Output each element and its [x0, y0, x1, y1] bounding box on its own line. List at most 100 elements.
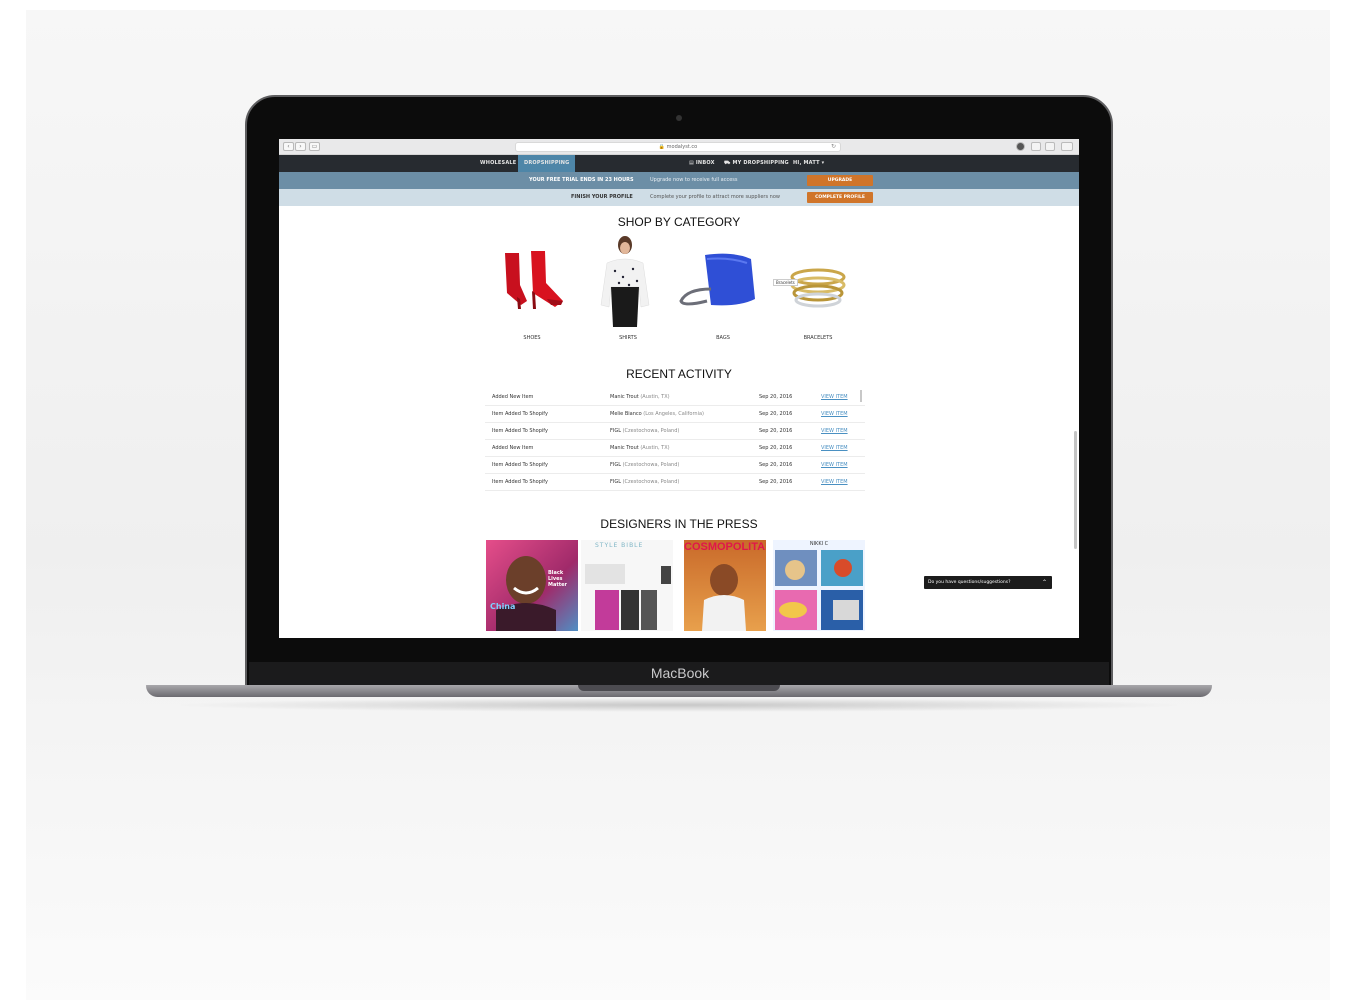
- view-item-link[interactable]: VIEW ITEM: [821, 457, 848, 473]
- category-bags[interactable]: [677, 249, 755, 329]
- nav-wholesale[interactable]: WHOLESALE: [480, 155, 516, 172]
- activity-supplier: Manic Trout (Austin, TX): [610, 440, 670, 456]
- table-row: Item Added To Shopify FIGL (Czestochowa,…: [485, 423, 865, 440]
- profile-text: FINISH YOUR PROFILE: [571, 194, 633, 200]
- view-item-link[interactable]: VIEW ITEM: [821, 423, 848, 439]
- supplier-name: FIGL: [610, 428, 622, 434]
- press-item[interactable]: STYLE BIBLE: [581, 540, 673, 631]
- activity-action: Item Added To Shopify: [492, 462, 548, 468]
- table-row: Item Added To Shopify FIGL (Czestochowa,…: [485, 457, 865, 474]
- activity-scrollbar[interactable]: [860, 390, 862, 402]
- supplier-name: Melie Bianco: [610, 411, 642, 417]
- inbox-icon: ▤: [689, 160, 696, 166]
- press-item[interactable]: COSMOPOLITAN: [684, 540, 766, 631]
- press-masthead: COSMOPOLITAN: [684, 541, 766, 553]
- cover-line: Matter: [548, 582, 567, 588]
- share-icon[interactable]: [1031, 142, 1041, 151]
- table-row: Added New Item Manic Trout (Austin, TX) …: [485, 389, 865, 406]
- category-shoes[interactable]: [497, 239, 567, 329]
- reload-icon[interactable]: ↻: [831, 143, 836, 151]
- laptop-shadow: [170, 698, 1188, 712]
- cover-lines: Black Lives Matter: [548, 570, 567, 588]
- supplier-location: (Austin, TX): [640, 394, 670, 400]
- chevron-down-icon: ▾: [819, 160, 825, 166]
- trial-banner: YOUR FREE TRIAL ENDS IN 23 HOURS Upgrade…: [279, 172, 1079, 189]
- supplier-location: (Czestochowa, Poland): [622, 462, 680, 468]
- trial-subtext: Upgrade now to receive full access: [650, 177, 738, 183]
- activity-date: Sep 20, 2016: [759, 479, 793, 485]
- activity-action: Item Added To Shopify: [492, 411, 548, 417]
- supplier-location: (Austin, TX): [640, 445, 670, 451]
- activity-supplier: Manic Trout (Austin, TX): [610, 389, 670, 405]
- activity-date: Sep 20, 2016: [759, 394, 793, 400]
- activity-date: Sep 20, 2016: [759, 428, 793, 434]
- table-row: Item Added To Shopify Melie Bianco (Los …: [485, 406, 865, 423]
- view-item-link[interactable]: VIEW ITEM: [821, 474, 848, 490]
- activity-date: Sep 20, 2016: [759, 462, 793, 468]
- bracelets-image: [790, 268, 846, 308]
- user-name: HI, MATT: [793, 160, 820, 166]
- nav-inbox[interactable]: ▤ INBOX: [689, 155, 715, 172]
- laptop-hinge-notch: [578, 685, 780, 691]
- supplier-name: FIGL: [610, 479, 622, 485]
- press-masthead: NIKKI C: [809, 541, 829, 547]
- activity-date: Sep 20, 2016: [759, 445, 793, 451]
- supplier-location: (Czestochowa, Poland): [622, 479, 680, 485]
- nav-dropshipping[interactable]: DROPSHIPPING: [518, 155, 576, 172]
- activity-action: Added New Item: [492, 445, 534, 451]
- supplier-location: (Czestochowa, Poland): [622, 428, 680, 434]
- shoes-image: [505, 251, 563, 309]
- view-item-link[interactable]: VIEW ITEM: [821, 440, 848, 456]
- supplier-name: Manic Trout: [610, 394, 639, 400]
- activity-supplier: FIGL (Czestochowa, Poland): [610, 474, 679, 490]
- profile-subtext: Complete your profile to attract more su…: [650, 194, 780, 200]
- table-row: Item Added To Shopify FIGL (Czestochowa,…: [485, 474, 865, 491]
- category-bracelets-label: BRACELETS: [803, 335, 833, 341]
- press-item[interactable]: NIKKI C: [773, 540, 865, 631]
- view-item-link[interactable]: VIEW ITEM: [821, 389, 848, 405]
- laptop-brand-label: MacBook: [650, 665, 710, 681]
- page-scrollbar[interactable]: [1074, 431, 1077, 549]
- activity-action: Added New Item: [492, 394, 534, 400]
- site-navbar: WHOLESALE DROPSHIPPING ▤ INBOX ⛟ MY DROP…: [279, 155, 1079, 172]
- supplier-name: Manic Trout: [610, 445, 639, 451]
- cosmopolitan-cover-image: [702, 564, 746, 631]
- nav-my-dropshipping[interactable]: ⛟ MY DROPSHIPPING: [724, 155, 789, 172]
- view-item-link[interactable]: VIEW ITEM: [821, 406, 848, 422]
- activity-action: Item Added To Shopify: [492, 479, 548, 485]
- activity-supplier: FIGL (Czestochowa, Poland): [610, 423, 679, 439]
- camera-icon: [676, 115, 682, 121]
- complete-profile-button[interactable]: COMPLETE PROFILE: [807, 192, 873, 203]
- category-bracelets[interactable]: [783, 263, 853, 313]
- sidebar-icon[interactable]: ▭: [309, 142, 320, 151]
- upgrade-button[interactable]: UPGRADE: [807, 175, 873, 186]
- shirt-model-image: [600, 236, 650, 327]
- category-shoes-label: SHOES: [523, 335, 541, 341]
- tabs-icon[interactable]: [1045, 142, 1055, 151]
- supplier-location: (Los Angeles, California): [643, 411, 704, 417]
- activity-action: Item Added To Shopify: [492, 428, 548, 434]
- press-title: DESIGNERS IN THE PRESS: [600, 517, 758, 531]
- nav-user-menu[interactable]: HI, MATT ▾: [793, 155, 824, 172]
- shop-by-category-title: SHOP BY CATEGORY: [617, 215, 741, 229]
- category-shirts[interactable]: [593, 235, 663, 331]
- laptop-screen: ‹ › ▭ 🔒 modalyst.co ↻ WHOLESALE DROPSHIP…: [279, 139, 1079, 638]
- new-tab-icon[interactable]: [1061, 142, 1073, 151]
- chevron-up-icon: ⌃: [1041, 579, 1047, 586]
- address-bar[interactable]: 🔒 modalyst.co ↻: [515, 142, 841, 152]
- back-icon[interactable]: ‹: [283, 142, 294, 151]
- recent-activity-title: RECENT ACTIVITY: [626, 367, 732, 381]
- forward-icon[interactable]: ›: [295, 142, 306, 151]
- activity-supplier: FIGL (Czestochowa, Poland): [610, 457, 679, 473]
- press-masthead: STYLE BIBLE: [595, 542, 644, 549]
- press-item[interactable]: Black Lives Matter China: [486, 540, 578, 631]
- nav-inbox-label: INBOX: [695, 160, 715, 166]
- extension-icon[interactable]: [1016, 142, 1025, 151]
- nav-my-dropshipping-label: MY DROPSHIPPING: [732, 160, 789, 166]
- category-bags-label: BAGS: [716, 335, 730, 341]
- feedback-chat-bar[interactable]: Do you have questions/suggestions? ⌃: [924, 576, 1052, 589]
- lock-icon: 🔒: [658, 144, 666, 150]
- profile-banner: FINISH YOUR PROFILE Complete your profil…: [279, 189, 1079, 206]
- url-text: modalyst.co: [666, 144, 698, 150]
- collage-image: [775, 550, 863, 630]
